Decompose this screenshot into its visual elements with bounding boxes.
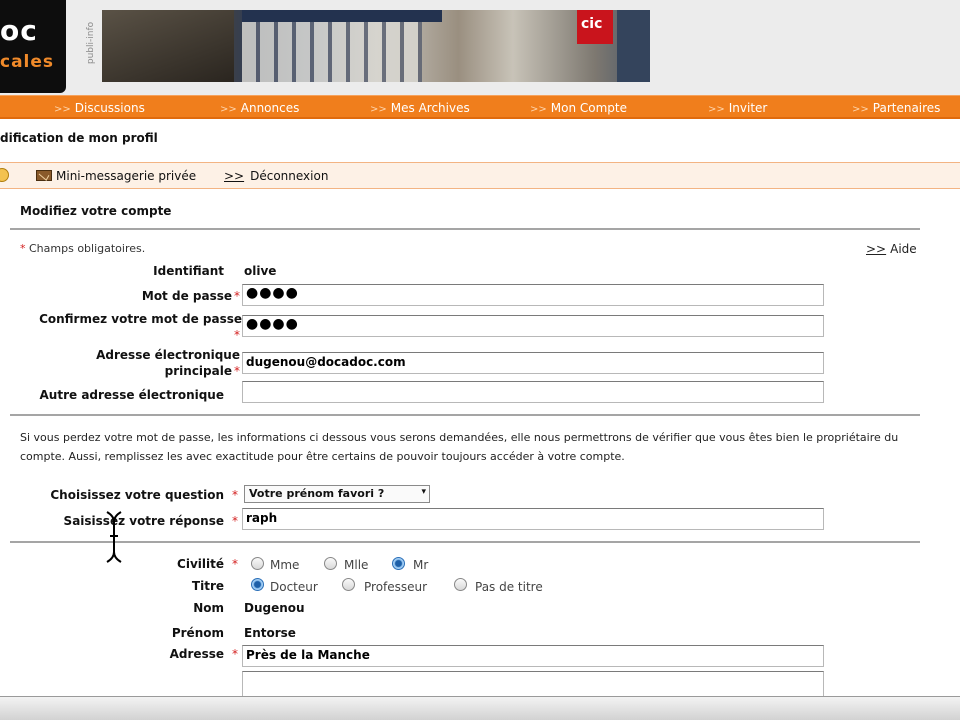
civilite-required-star: * (232, 557, 238, 571)
nav-annonces[interactable]: >> Annonces (220, 101, 299, 115)
radio-professeur[interactable] (342, 578, 355, 591)
password-label: Mot de passe * (141, 289, 240, 303)
logo-text-main: oc (0, 14, 38, 47)
adresse-label: Adresse (169, 647, 224, 661)
envelope-icon[interactable] (36, 170, 52, 181)
double-arrow-icon: >> (530, 104, 547, 115)
nav-inviter[interactable]: >> Inviter (708, 101, 767, 115)
confirm-required-star: * (234, 328, 240, 342)
question-label: Choisissez votre question (50, 488, 224, 502)
double-arrow-icon: >> (708, 104, 725, 115)
divider (10, 414, 920, 416)
answer-required-star: * (232, 514, 238, 528)
chevron-down-icon: ▾ (421, 487, 426, 497)
required-note: * Champs obligatoires. (20, 242, 146, 255)
identifiant-label: Identifiant (153, 264, 224, 278)
account-subbar: Mini-messagerie privée >> Déconnexion (0, 162, 960, 189)
prenom-label: Prénom (171, 626, 224, 640)
radio-mme-label: Mme (270, 558, 300, 572)
nom-label: Nom (193, 601, 224, 615)
prenom-value: Entorse (244, 626, 296, 640)
nav-archives[interactable]: >> Mes Archives (370, 101, 470, 115)
password-field[interactable]: ●●●● (242, 284, 824, 306)
nav-mon-compte[interactable]: >> Mon Compte (530, 101, 627, 115)
adresse-field-line2[interactable] (242, 671, 824, 697)
adresse-required-star: * (232, 647, 238, 661)
double-arrow-icon: >> (852, 104, 869, 115)
confirm-password-label: Confirmez votre mot de passe (39, 312, 242, 326)
identifiant-value: olive (244, 264, 277, 278)
security-info-text: Si vous perdez votre mot de passe, les i… (20, 431, 899, 463)
messaging-link[interactable]: Mini-messagerie privée (56, 169, 196, 183)
radio-mlle[interactable] (324, 557, 337, 570)
site-header: oc cales publi-info cic (0, 0, 960, 95)
nav-discussions[interactable]: >> Discussions (54, 101, 145, 115)
logo-text-sub: cales (0, 52, 55, 72)
radio-docteur[interactable] (251, 578, 264, 591)
email-label-line2: principale * (164, 364, 240, 378)
email-field[interactable]: dugenou@docadoc.com (242, 352, 824, 374)
bulb-icon (0, 168, 9, 182)
confirm-password-field[interactable]: ●●●● (242, 315, 824, 337)
radio-pas-de-titre[interactable] (454, 578, 467, 591)
civilite-label: Civilité (177, 557, 224, 571)
help-link[interactable]: >> Aide (866, 242, 917, 256)
section-title: Modifiez votre compte (20, 204, 172, 218)
site-logo[interactable]: oc cales (0, 0, 66, 93)
titre-label: Titre (191, 579, 224, 593)
banner-side-text: publi-info (86, 21, 96, 65)
browser-status-bar (0, 696, 960, 720)
other-email-field[interactable] (242, 381, 824, 403)
radio-docteur-label: Docteur (270, 580, 318, 594)
header-banner-image: cic (102, 10, 650, 82)
adresse-field-line1[interactable]: Près de la Manche (242, 645, 824, 667)
question-select[interactable]: Votre prénom favori ? ▾ (244, 485, 430, 503)
double-arrow-icon: >> (370, 104, 387, 115)
question-required-star: * (232, 488, 238, 502)
divider (10, 541, 920, 543)
divider (10, 228, 920, 230)
radio-mlle-label: Mlle (344, 558, 369, 572)
page-title: dification de mon profil (0, 131, 158, 145)
double-arrow-icon: >> (54, 104, 71, 115)
double-arrow-icon: >> (220, 104, 237, 115)
email-label-line1: Adresse électronique (96, 348, 240, 362)
radio-pas-de-titre-label: Pas de titre (475, 580, 543, 594)
radio-mr-label: Mr (413, 558, 429, 572)
nav-partenaires[interactable]: >> Partenaires (852, 101, 940, 115)
text-cursor-icon (106, 511, 122, 563)
logout-link[interactable]: >> Déconnexion (224, 169, 328, 183)
answer-field[interactable]: raph (242, 508, 824, 530)
radio-professeur-label: Professeur (364, 580, 428, 594)
bank-sign: cic (577, 10, 613, 44)
radio-mr[interactable] (392, 557, 405, 570)
main-nav: >> Discussions >> Annonces >> Mes Archives … (0, 95, 960, 119)
other-email-label: Autre adresse électronique (39, 388, 224, 402)
nom-value: Dugenou (244, 601, 305, 615)
radio-mme[interactable] (251, 557, 264, 570)
